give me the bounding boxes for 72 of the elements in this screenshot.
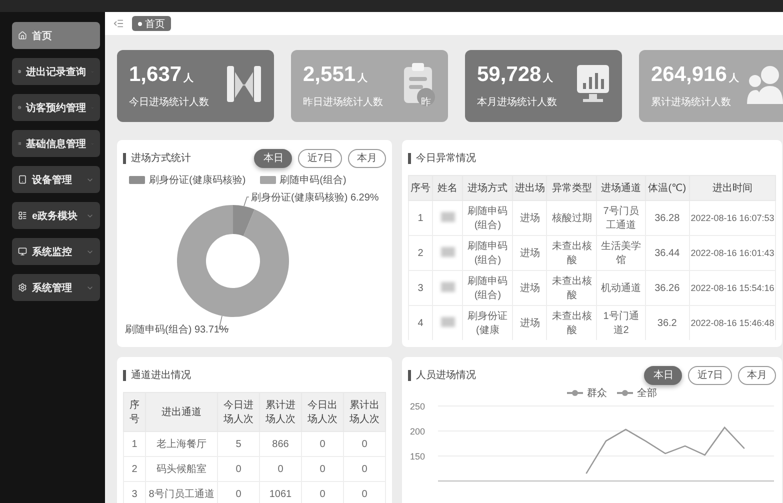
- table-cell: 核酸过期: [546, 200, 597, 236]
- column-header: 异常类型: [546, 176, 597, 200]
- legend-item: 群众: [567, 386, 607, 400]
- table-cell: 0: [344, 456, 386, 482]
- table-cell: 刷随申码(组合): [462, 236, 513, 270]
- column-header: 姓名: [432, 176, 463, 200]
- table-cell: 5: [218, 432, 260, 456]
- stat-value: 264,916人: [651, 63, 739, 87]
- stat-label: 本月进场统计人数: [477, 96, 557, 109]
- column-header: 进出通道: [146, 392, 218, 432]
- column-header: 体温(℃): [645, 176, 690, 200]
- table-cell: 未查出核酸: [546, 236, 597, 270]
- table-cell: 0: [302, 456, 344, 482]
- panel-title: 进场方式统计: [131, 152, 191, 165]
- table-cell: 866: [260, 432, 302, 456]
- table-cell: 生活美学馆: [596, 236, 646, 270]
- table-cell: 0: [218, 456, 260, 482]
- column-header: 进场方式: [462, 176, 513, 200]
- column-header: 累计出场人次: [344, 392, 386, 432]
- table-cell: 刷随申码(组合): [462, 270, 513, 306]
- column-header: 进出场: [512, 176, 547, 200]
- y-tick-label: 150: [410, 452, 426, 462]
- panel-title: 人员进场情况: [416, 368, 476, 382]
- y-tick-label: 250: [410, 402, 426, 412]
- legend-item: 刷身份证(健康码核验): [129, 173, 246, 187]
- stat-value: 1,637人: [129, 63, 195, 87]
- table-cell: 0: [302, 432, 344, 456]
- table-cell: 机动通道: [596, 270, 646, 306]
- table-cell: 4: [408, 306, 433, 340]
- column-header: 序号: [124, 392, 146, 432]
- table-cell: 36.26: [645, 270, 690, 306]
- stat-label: 今日进场统计人数: [129, 96, 209, 109]
- stat-label: 累计进场统计人数: [651, 96, 732, 109]
- panel-title: 通道进出情况: [131, 368, 191, 382]
- legend-item: 全部: [617, 386, 657, 400]
- table-cell: 1: [124, 432, 146, 456]
- data-label: 刷身份证(健康码核验) 6.29%: [251, 192, 379, 204]
- table-cell: 0: [344, 432, 386, 456]
- table-cell: 3: [408, 270, 433, 306]
- table-cell: 刷随申码(组合): [462, 200, 513, 236]
- table-cell: 7号门员工通道: [596, 200, 646, 236]
- column-header: 进场通道: [596, 176, 646, 200]
- stat-value: 59,728人: [477, 63, 554, 87]
- table-cell: 2022-08-16 15:54:16: [689, 270, 776, 306]
- column-header: 进出时间: [689, 176, 776, 200]
- data-label: 刷随申码(组合) 93.71%: [125, 324, 228, 336]
- table-cell: 进场: [512, 236, 547, 270]
- table-cell: 进场: [512, 270, 547, 306]
- column-header: 今日出场人次: [302, 392, 344, 432]
- table-cell: 进场: [512, 200, 547, 236]
- panel-title: 今日异常情况: [416, 152, 476, 165]
- table-cell: 未查出核酸: [546, 270, 597, 306]
- legend-item: 刷随申码(组合): [260, 173, 346, 187]
- table-cell: 0: [260, 456, 302, 482]
- y-tick-label: 200: [410, 426, 426, 436]
- table-cell: 36.44: [645, 236, 690, 270]
- table-cell: 2: [124, 456, 146, 482]
- badge-text: 昨: [420, 96, 432, 108]
- table-cell: 1: [408, 200, 433, 236]
- table-cell: 码头候船室: [146, 456, 218, 482]
- table-cell: 2022-08-16 16:01:43: [689, 236, 776, 270]
- table-cell: 老上海餐厅: [146, 432, 218, 456]
- column-header: 序号: [408, 176, 433, 200]
- stat-label: 昨日进场统计人数: [303, 96, 383, 109]
- table-cell: 36.28: [645, 200, 690, 236]
- table-cell: 2: [408, 236, 433, 270]
- column-header: 累计进场人次: [260, 392, 302, 432]
- table-cell: 3: [124, 482, 146, 503]
- table-cell: 2022-08-16 15:46:48: [689, 306, 776, 340]
- table-cell: 2022-08-16 16:07:53: [689, 200, 776, 236]
- stat-value: 2,551人: [303, 63, 369, 87]
- column-header: 今日进场人次: [218, 392, 260, 432]
